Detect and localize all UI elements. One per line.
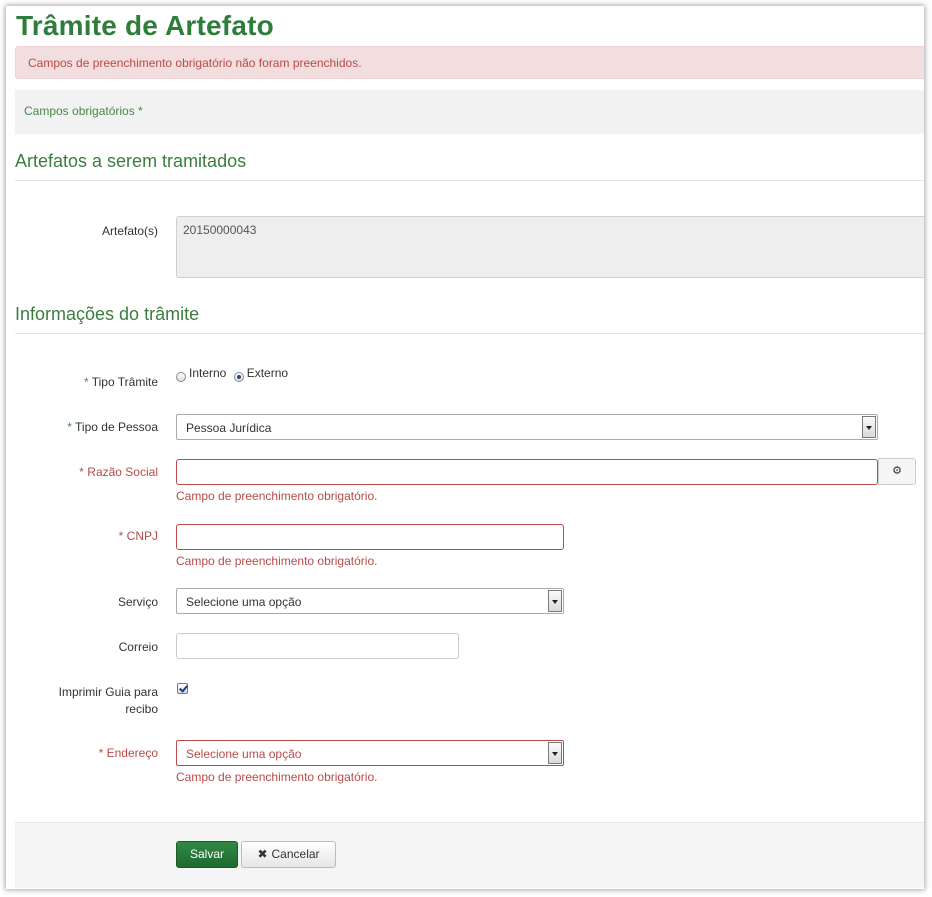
required-marker: * — [118, 529, 124, 543]
close-icon: ✖ — [257, 847, 268, 861]
main-panel: Trâmite de Artefato Campos de preenchime… — [6, 6, 924, 889]
cnpj-label: * CNPJ — [8, 529, 158, 543]
tipo-pessoa-label: * Tipo de Pessoa — [8, 420, 158, 434]
section-informacoes-title: Informações do trâmite — [15, 304, 924, 334]
cnpj-error: Campo de preenchimento obrigatório. — [176, 554, 378, 568]
radio-interno[interactable] — [176, 372, 186, 382]
form-actions — [15, 822, 924, 888]
servico-value: Selecione uma opção — [186, 595, 302, 609]
cancel-button[interactable]: ✖ Cancelar — [241, 841, 336, 868]
gear-icon: ⚙ — [892, 465, 902, 477]
razao-social-label-text: Razão Social — [87, 465, 158, 479]
imprimir-guia-checkbox[interactable] — [177, 683, 188, 694]
required-marker: * — [98, 746, 104, 760]
radio-externo[interactable] — [233, 372, 244, 382]
radio-externo-label[interactable]: Externo — [247, 366, 288, 380]
required-fields-text: Campos obrigatórios * — [24, 104, 143, 118]
page-title: Trâmite de Artefato — [16, 10, 274, 41]
artefatos-label: Artefato(s) — [101, 224, 158, 238]
tipo-pessoa-select[interactable]: Pessoa Jurídica — [176, 414, 878, 440]
cancel-button-label: Cancelar — [271, 847, 320, 861]
endereco-error: Campo de preenchimento obrigatório. — [176, 770, 378, 784]
chevron-down-icon[interactable] — [862, 416, 876, 438]
servico-label: Serviço — [117, 595, 158, 609]
servico-select[interactable]: Selecione uma opção — [176, 588, 564, 614]
tipo-pessoa-label-text: Tipo de Pessoa — [75, 420, 158, 434]
radio-interno-label[interactable]: Interno — [189, 366, 226, 380]
correio-input[interactable] — [176, 633, 459, 659]
tipo-tramite-label: * Tipo Trâmite — [8, 375, 158, 389]
endereco-select[interactable]: Selecione uma opção — [176, 740, 564, 766]
required-marker: * — [67, 420, 72, 434]
razao-social-label: * Razão Social — [8, 465, 158, 479]
tipo-tramite-radio-group: Interno Externo — [176, 366, 292, 384]
razao-social-search-button[interactable]: ⚙ — [878, 458, 916, 485]
endereco-label: * Endereço — [8, 746, 158, 760]
error-alert: Campos de preenchimento obrigatório não … — [15, 46, 924, 79]
section-artefatos-title: Artefatos a serem tramitados — [15, 151, 924, 181]
endereco-value: Selecione uma opção — [186, 747, 302, 761]
error-alert-message: Campos de preenchimento obrigatório não … — [28, 56, 362, 70]
imprimir-guia-label: Imprimir Guia para recibo — [58, 685, 158, 716]
cnpj-input[interactable] — [176, 524, 564, 550]
cnpj-label-text: CNPJ — [126, 529, 158, 543]
save-button[interactable]: Salvar — [176, 841, 238, 868]
endereco-label-text: Endereço — [106, 746, 158, 760]
chevron-down-icon[interactable] — [548, 590, 562, 612]
required-marker: * — [83, 375, 89, 389]
artefatos-value: 20150000043 — [183, 223, 257, 237]
artefatos-field: 20150000043 — [176, 216, 924, 278]
required-fields-note: Campos obrigatórios * — [15, 90, 924, 134]
tipo-pessoa-value: Pessoa Jurídica — [186, 421, 272, 435]
razao-social-input[interactable] — [176, 459, 878, 485]
correio-label: Correio — [118, 640, 158, 654]
tipo-tramite-label-text: Tipo Trâmite — [91, 375, 158, 389]
required-marker: * — [79, 465, 84, 479]
razao-social-error: Campo de preenchimento obrigatório. — [176, 489, 378, 503]
chevron-down-icon[interactable] — [548, 742, 562, 764]
